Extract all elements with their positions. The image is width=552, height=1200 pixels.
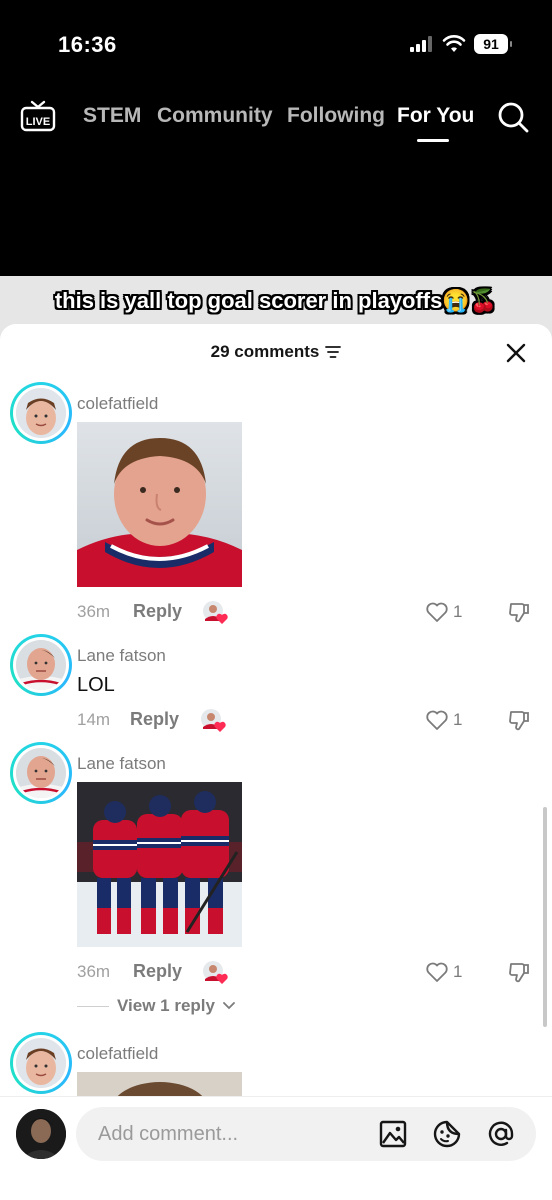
add-comment-input[interactable] [76,1107,536,1161]
dislike-icon[interactable] [507,600,531,624]
status-bar: 16:36 91 [0,0,552,80]
comment-image[interactable] [77,422,242,587]
user-avatar-image [16,640,66,690]
comment-composer [0,1096,552,1200]
comment-list[interactable]: colefatfield 36m Reply 1 Lane fatson LOL… [0,380,552,1100]
active-tab-indicator [417,139,449,142]
comments-header: 29 comments [0,324,552,380]
comment-username[interactable]: colefatfield [77,1044,158,1064]
search-icon[interactable] [497,101,529,133]
filter-icon [325,346,342,358]
tab-following[interactable]: Following [287,104,385,128]
scrollbar[interactable] [543,807,547,1027]
tab-community[interactable]: Community [157,104,273,128]
like-count: 1 [453,962,463,981]
avatar[interactable] [10,634,72,696]
user-avatar-image [16,748,66,798]
avatar[interactable] [10,1032,72,1094]
battery-level: 91 [483,36,499,52]
tab-stem[interactable]: STEM [83,104,141,128]
comment-sort-button[interactable]: 29 comments [211,342,342,362]
image-icon[interactable] [378,1119,408,1149]
top-navigation: LIVE STEM Community Following For You [0,88,552,148]
chevron-down-icon [223,1002,235,1010]
dislike-icon[interactable] [507,960,531,984]
video-caption: this is yall top goal scorer in playoffs… [54,288,498,313]
comment-count-row: 29 comments [0,342,552,362]
team-celebration-image [77,782,242,947]
comment-timestamp: 36m [77,602,111,621]
status-time: 16:36 [58,32,117,57]
sticker-icon[interactable] [432,1119,462,1149]
comment-image[interactable] [77,782,242,947]
like-count: 1 [453,602,463,621]
dislike-icon[interactable] [507,708,531,732]
reply-button[interactable]: Reply [130,709,179,730]
reply-button[interactable]: Reply [133,961,182,982]
cellular-signal-icon [410,36,432,52]
player-headshot-image [77,422,242,587]
creator-liked-icon [203,961,228,984]
comment-text: LOL [77,674,115,696]
view-replies-button[interactable]: View 1 reply [77,996,235,1016]
user-avatar-image [16,1038,66,1088]
like-icon[interactable] [425,961,449,983]
avatar[interactable] [10,742,72,804]
view-replies-label: View 1 reply [117,996,215,1015]
comments-sheet: 29 comments colefatfield 36m Reply 1 Lan… [0,324,552,1200]
current-user-avatar[interactable] [16,1109,66,1159]
comment-timestamp: 14m [77,710,111,729]
comment-username[interactable]: colefatfield [77,394,158,414]
user-avatar-image [16,388,66,438]
reply-button[interactable]: Reply [133,601,182,622]
current-user-avatar-image [16,1109,66,1159]
avatar[interactable] [10,382,72,444]
like-count: 1 [453,710,463,729]
creator-liked-icon [203,601,228,624]
creator-liked-icon [201,709,226,732]
wifi-icon [442,35,466,52]
mention-icon[interactable] [486,1119,516,1149]
replies-divider [77,1005,109,1007]
like-icon[interactable] [425,709,449,731]
battery-icon: 91 [474,34,512,54]
comment-timestamp: 36m [77,962,111,981]
comment-username[interactable]: Lane fatson [77,754,166,774]
live-label: LIVE [26,116,50,128]
live-icon[interactable]: LIVE [20,98,56,132]
tab-for-you[interactable]: For You [397,104,474,128]
close-icon[interactable] [505,342,527,364]
comment-username[interactable]: Lane fatson [77,646,166,666]
like-icon[interactable] [425,601,449,623]
comment-count: 29 comments [210,342,320,361]
